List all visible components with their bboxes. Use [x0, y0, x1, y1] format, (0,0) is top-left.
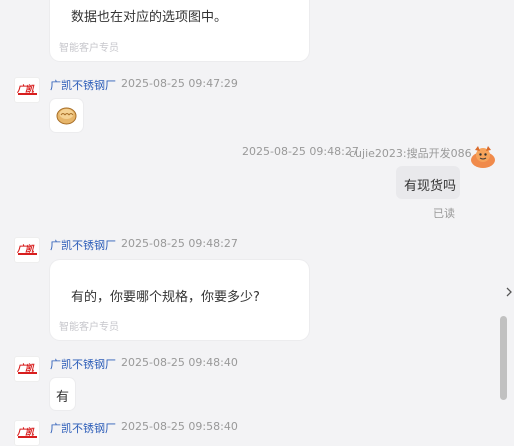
scrollbar-thumb[interactable]: [500, 316, 507, 400]
sticker-bubble[interactable]: [50, 99, 83, 132]
logo-underline: [18, 436, 37, 438]
sender-name[interactable]: 广凯不锈钢厂: [50, 420, 116, 436]
message-text: 数据也在对应的选项图中。: [71, 10, 228, 25]
message-time: 2025-08-25 09:48:40: [121, 356, 238, 369]
sender-name[interactable]: 广凯不锈钢厂: [50, 237, 116, 253]
sender-name[interactable]: 广凯不锈钢厂: [50, 356, 116, 372]
message-time: 2025-08-25 09:48:27: [242, 145, 359, 158]
company-logo-icon[interactable]: 广凯: [14, 356, 40, 382]
logo-underline: [18, 372, 37, 374]
message-card-ai: 数据也在对应的选项图中。 智能客户专员: [50, 0, 309, 61]
cartoon-avatar-icon[interactable]: [469, 142, 497, 170]
company-logo-icon[interactable]: 广凯: [14, 77, 40, 103]
message-bubble[interactable]: 有: [50, 378, 75, 410]
sender-name[interactable]: 广凯不锈钢厂: [50, 77, 116, 93]
message-footer: 智能客户专员: [59, 322, 119, 333]
my-message-bubble[interactable]: 有现货吗: [396, 166, 460, 199]
message-text: 有的，你要哪个规格，你要多少?: [71, 290, 260, 305]
message-text: 有现货吗: [404, 179, 457, 194]
message-card-ai: 有的，你要哪个规格，你要多少? 智能客户专员: [50, 260, 309, 340]
bread-sticker-icon: [56, 107, 77, 125]
message-time: 2025-08-25 09:48:27: [121, 237, 238, 250]
message-time: 2025-08-25 09:47:29: [121, 77, 238, 90]
read-status: 已读: [433, 207, 455, 220]
company-logo-icon[interactable]: 广凯: [14, 420, 40, 446]
message-text: 有: [56, 390, 70, 405]
sender-name: cujie2023:搜品开发086: [349, 147, 472, 160]
company-logo-icon[interactable]: 广凯: [14, 237, 40, 263]
message-time: 2025-08-25 09:58:40: [121, 420, 238, 433]
message-footer: 智能客户专员: [59, 43, 119, 54]
logo-underline: [18, 253, 37, 255]
logo-underline: [18, 93, 37, 95]
